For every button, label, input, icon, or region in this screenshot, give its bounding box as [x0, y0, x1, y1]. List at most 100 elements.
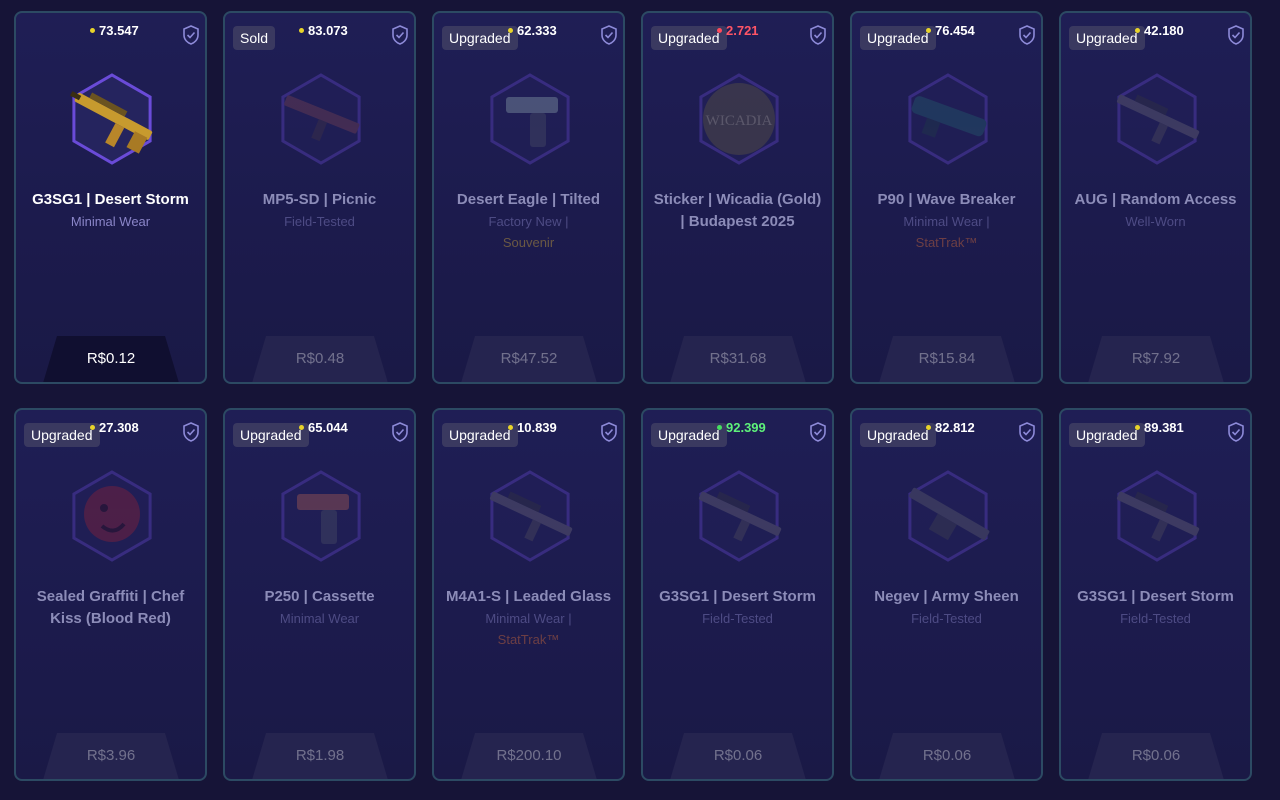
float-value: 83.073	[299, 23, 348, 38]
item-name: Negev | Army Sheen	[874, 588, 1019, 605]
item-price: R$200.10	[496, 747, 562, 764]
upgraded-badge: Upgraded	[860, 423, 936, 447]
item-wear: Minimal Wear |	[903, 214, 990, 229]
verified-shield-icon[interactable]	[810, 25, 826, 45]
stattrak-label: StatTrak™	[497, 632, 560, 647]
item-card[interactable]: Upgraded 82.812 Negev | Army Sheen Field-T…	[850, 408, 1043, 781]
item-image	[480, 466, 580, 566]
price-tag: R$15.84	[879, 336, 1015, 382]
item-card[interactable]: Sold 83.073 MP5-SD | Picnic Field-Tested R$…	[223, 11, 416, 384]
item-price: R$7.92	[1131, 350, 1181, 367]
item-name: G3SG1 | Desert Storm	[32, 191, 189, 208]
upgraded-badge: Upgraded	[651, 423, 727, 447]
verified-shield-icon[interactable]	[1019, 422, 1035, 442]
item-wear: Field-Tested	[284, 214, 355, 229]
upgraded-badge: Upgraded	[860, 26, 936, 50]
item-image: WICADIA	[689, 69, 789, 169]
item-card[interactable]: Upgraded 65.044 P250 | Cassette Minimal We…	[223, 408, 416, 781]
float-number: 27.308	[99, 420, 139, 435]
item-name: MP5-SD | Picnic	[262, 191, 377, 208]
float-number: 62.333	[517, 23, 557, 38]
item-price: R$31.68	[709, 350, 767, 367]
item-wear: Minimal Wear	[70, 214, 151, 229]
float-dot-icon	[926, 28, 931, 33]
item-image	[271, 69, 371, 169]
upgraded-badge: Upgraded	[442, 423, 518, 447]
item-card[interactable]: Upgraded 42.180 AUG | Random Access Well-W…	[1059, 11, 1252, 384]
item-image	[689, 466, 789, 566]
verified-shield-icon[interactable]	[1228, 422, 1244, 442]
float-number: 73.547	[99, 23, 139, 38]
float-value: 10.839	[508, 420, 557, 435]
item-price: R$0.12	[86, 350, 136, 367]
float-number: 10.839	[517, 420, 557, 435]
float-number: 92.399	[726, 420, 766, 435]
float-value: 92.399	[717, 420, 766, 435]
float-value: 76.454	[926, 23, 975, 38]
float-dot-icon	[1135, 425, 1140, 430]
upgraded-badge: Upgraded	[1069, 26, 1145, 50]
verified-shield-icon[interactable]	[601, 25, 617, 45]
item-condition: Minimal Wear	[24, 211, 197, 232]
float-dot-icon	[1135, 28, 1140, 33]
item-card[interactable]: Upgraded 2.721 WICADIA Sticker | Wicadia (…	[641, 11, 834, 384]
item-condition: Minimal Wear | StatTrak™	[442, 608, 615, 650]
verified-shield-icon[interactable]	[1228, 25, 1244, 45]
float-value: 62.333	[508, 23, 557, 38]
verified-shield-icon[interactable]	[183, 422, 199, 442]
item-card[interactable]: Upgraded 76.454 P90 | Wave Breaker Minimal…	[850, 11, 1043, 384]
upgraded-badge: Upgraded	[442, 26, 518, 50]
item-condition: Field-Tested	[860, 608, 1033, 629]
sold-badge: Sold	[233, 26, 276, 50]
item-wear: Minimal Wear |	[485, 611, 572, 626]
float-number: 42.180	[1144, 23, 1184, 38]
float-dot-icon	[717, 28, 722, 33]
price-tag: R$0.48	[252, 336, 388, 382]
item-price: R$1.98	[295, 747, 345, 764]
float-dot-icon	[299, 425, 304, 430]
item-card[interactable]: Upgraded 92.399 G3SG1 | Desert Storm Field…	[641, 408, 834, 781]
item-image	[1107, 69, 1207, 169]
item-wear: Factory New |	[488, 214, 569, 229]
price-tag: R$0.12	[43, 336, 179, 382]
verified-shield-icon[interactable]	[810, 422, 826, 442]
float-number: 2.721	[726, 23, 759, 38]
item-condition: Minimal Wear	[233, 608, 406, 629]
item-condition: Minimal Wear | StatTrak™	[860, 211, 1033, 253]
verified-shield-icon[interactable]	[601, 422, 617, 442]
item-condition: Field-Tested	[1069, 608, 1242, 629]
float-value: 89.381	[1135, 420, 1184, 435]
item-name: G3SG1 | Desert Storm	[1077, 588, 1234, 605]
price-tag: R$7.92	[1088, 336, 1224, 382]
item-condition: Field-Tested	[651, 608, 824, 629]
upgraded-badge: Upgraded	[651, 26, 727, 50]
float-number: 65.044	[308, 420, 348, 435]
verified-shield-icon[interactable]	[392, 422, 408, 442]
verified-shield-icon[interactable]	[1019, 25, 1035, 45]
item-card[interactable]: Upgraded 10.839 M4A1-S | Leaded Glass Mini…	[432, 408, 625, 781]
upgraded-badge: Upgraded	[24, 423, 100, 447]
item-card[interactable]: 73.547 G3SG1 | Desert Storm Minimal Wear R…	[14, 11, 207, 384]
item-price: R$3.96	[86, 747, 136, 764]
price-tag: R$200.10	[461, 733, 597, 779]
item-wear: Well-Worn	[1125, 214, 1186, 229]
item-wear: Field-Tested	[702, 611, 773, 626]
float-value: 73.547	[90, 23, 139, 38]
float-dot-icon	[299, 28, 304, 33]
float-dot-icon	[90, 425, 95, 430]
verified-shield-icon[interactable]	[183, 25, 199, 45]
item-wear: Field-Tested	[911, 611, 982, 626]
item-wear: Field-Tested	[1120, 611, 1191, 626]
item-card[interactable]: Upgraded 62.333 Desert Eagle | Tilted Fact…	[432, 11, 625, 384]
upgraded-badge: Upgraded	[233, 423, 309, 447]
item-name: P250 | Cassette	[264, 588, 375, 605]
item-image	[898, 69, 998, 169]
float-value: 2.721	[717, 23, 759, 38]
item-image	[271, 466, 371, 566]
item-card[interactable]: Upgraded 27.308 Sealed Graffiti | Chef Ki…	[14, 408, 207, 781]
item-price: R$0.06	[713, 747, 763, 764]
item-card[interactable]: Upgraded 89.381 G3SG1 | Desert Storm Field…	[1059, 408, 1252, 781]
item-price: R$0.06	[922, 747, 972, 764]
verified-shield-icon[interactable]	[392, 25, 408, 45]
item-name: Desert Eagle | Tilted	[456, 191, 601, 208]
